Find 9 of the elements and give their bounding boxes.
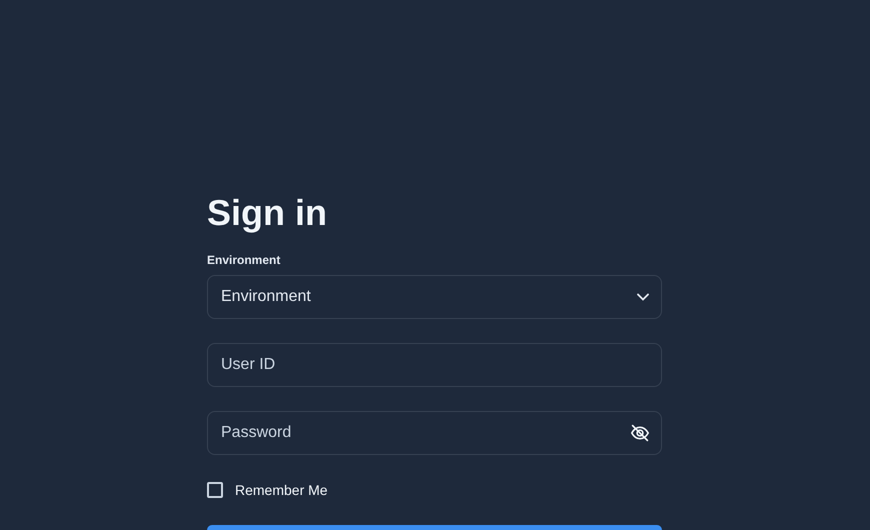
- remember-label: Remember Me: [235, 482, 328, 498]
- environment-dropdown[interactable]: Environment: [207, 275, 662, 319]
- field-label: Environment: [207, 253, 280, 267]
- remember-checkbox[interactable]: [207, 482, 223, 498]
- user-id-field[interactable]: User ID: [207, 343, 662, 387]
- page-title: Sign in: [207, 193, 327, 233]
- hidden-eye-icon[interactable]: [630, 424, 650, 442]
- password-field[interactable]: Password: [207, 411, 662, 455]
- chevron-down-icon: [637, 293, 649, 301]
